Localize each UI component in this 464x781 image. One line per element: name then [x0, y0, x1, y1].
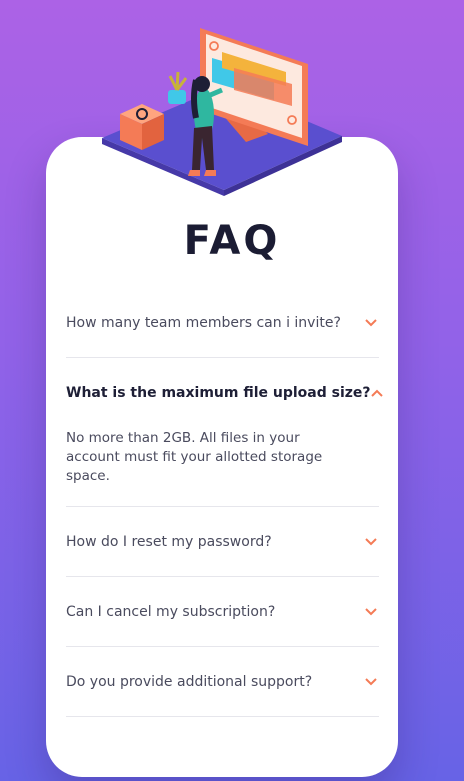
- faq-question-text: How many team members can i invite?: [66, 314, 341, 331]
- faq-item: Can I cancel my subscription?: [66, 577, 379, 647]
- chevron-down-icon: [363, 534, 379, 550]
- chevron-down-icon: [363, 674, 379, 690]
- faq-question-button[interactable]: How do I reset my password?: [66, 507, 379, 576]
- faq-item: Do you provide additional support?: [66, 647, 379, 717]
- faq-item: What is the maximum file upload size? No…: [66, 358, 383, 507]
- faq-list: How many team members can i invite? What…: [66, 288, 383, 717]
- faq-illustration: [102, 28, 342, 196]
- faq-question-text: What is the maximum file upload size?: [66, 384, 371, 401]
- faq-question-button[interactable]: Can I cancel my subscription?: [66, 577, 379, 646]
- page-title: FAQ: [183, 218, 281, 264]
- faq-item: How do I reset my password?: [66, 507, 379, 577]
- faq-item: How many team members can i invite?: [66, 288, 379, 358]
- chevron-up-icon: [370, 385, 383, 401]
- faq-question-button[interactable]: How many team members can i invite?: [66, 288, 379, 357]
- faq-question-text: Can I cancel my subscription?: [66, 603, 276, 620]
- faq-question-button[interactable]: What is the maximum file upload size?: [66, 358, 383, 427]
- faq-question-button[interactable]: Do you provide additional support?: [66, 647, 379, 716]
- faq-question-text: Do you provide additional support?: [66, 673, 313, 690]
- chevron-down-icon: [363, 315, 379, 331]
- chevron-down-icon: [363, 604, 379, 620]
- faq-question-text: How do I reset my password?: [66, 533, 272, 550]
- faq-answer-text: No more than 2GB. All files in your acco…: [66, 430, 323, 484]
